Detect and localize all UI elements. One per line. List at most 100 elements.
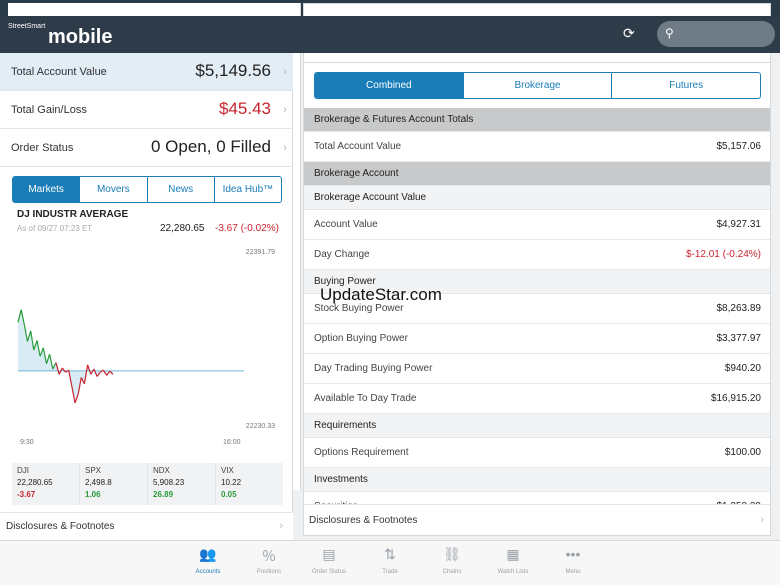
index-cell-change: 26.89 — [153, 490, 174, 499]
row-value: $3,377.97 — [716, 333, 762, 344]
disclosures-link-right[interactable]: Disclosures & Footnotes › — [304, 504, 770, 535]
chart-area-fill — [18, 309, 113, 403]
search-icon: ⚲ — [665, 26, 674, 40]
index-cell-name: DJI — [17, 466, 29, 475]
tab-label: Order Status — [311, 569, 346, 575]
segment-brokerage[interactable]: Brokerage — [464, 73, 613, 98]
trade-icon: ⇅ — [384, 546, 396, 562]
section-header: Requirements — [304, 414, 770, 438]
row-label: Available To Day Trade — [314, 393, 417, 404]
tab-label: Accounts — [195, 569, 221, 575]
chevron-right-icon: › — [283, 140, 287, 154]
chart-y-low-label: 22230.33 — [245, 423, 275, 430]
total-gain-loss-value: $45.43 — [219, 99, 271, 118]
refresh-icon[interactable]: ⟳ — [623, 25, 635, 42]
logo-big-text: mobile — [48, 26, 113, 48]
section-header: Brokerage Account — [304, 162, 770, 186]
disclosures-link-left[interactable]: Disclosures & Footnotes › — [0, 512, 293, 540]
positions-icon: ％ — [262, 548, 276, 564]
row-label: Brokerage Account — [314, 168, 399, 179]
section-header: Brokerage Account Value — [304, 186, 770, 210]
tab-markets[interactable]: Markets — [13, 177, 81, 202]
total-gain-loss-row[interactable]: Total Gain/Loss $45.43 › — [0, 91, 293, 129]
accounts-icon: 👥 — [199, 546, 217, 562]
index-cell-value: 10.22 — [221, 478, 242, 487]
row-value: $100.00 — [724, 447, 761, 458]
tab-accounts[interactable]: 👥 Accounts — [183, 546, 233, 575]
chevron-right-icon: › — [279, 520, 283, 532]
tab-watch-lists[interactable]: ▦ Watch Lists — [488, 546, 538, 575]
index-cell-value: 2,498.8 — [85, 478, 112, 487]
account-detail-row: Options Requirement $100.00 — [304, 438, 770, 468]
index-change: -3.67 (-0.02%) — [215, 223, 279, 234]
index-cell-value: 5,908.23 — [153, 478, 185, 487]
section-header: Brokerage & Futures Account Totals — [304, 108, 770, 132]
index-chart[interactable]: 22391.79 22230.33 9:30 16:00 — [12, 243, 282, 498]
index-cell-change: 1.06 — [85, 490, 101, 499]
watch-lists-icon: ▦ — [506, 546, 520, 562]
index-cell-change: 0.05 — [221, 490, 237, 499]
chart-y-high-label: 22391.79 — [245, 249, 275, 256]
tab-chains[interactable]: ⛓ Chains — [427, 546, 477, 575]
account-detail-row: Available To Day Trade $16,915.20 — [304, 384, 770, 414]
chevron-right-icon: › — [283, 64, 287, 78]
menu-icon: ••• — [565, 546, 581, 562]
disclosures-label: Disclosures & Footnotes — [309, 515, 418, 526]
tab-movers[interactable]: Movers — [80, 177, 148, 202]
segment-combined[interactable]: Combined — [315, 73, 464, 98]
index-name: DJ INDUSTR AVERAGE — [17, 209, 129, 220]
chains-icon: ⛓ — [443, 546, 461, 562]
watermark-text: UpdateStar.com — [320, 285, 442, 304]
index-cell-vix[interactable]: VIX 10.22 0.05 — [216, 463, 283, 505]
tab-label: Chains — [442, 569, 462, 575]
tab-menu[interactable]: ••• Menu — [548, 546, 598, 575]
index-cell-name: VIX — [221, 466, 234, 475]
disclosures-label: Disclosures & Footnotes — [6, 521, 115, 532]
total-account-value: $5,149.56 — [195, 61, 271, 80]
order-status-value: 0 Open, 0 Filled — [150, 137, 271, 156]
total-account-value-row[interactable]: Total Account Value $5,149.56 › — [0, 53, 293, 91]
account-detail-row: Option Buying Power $3,377.97 — [304, 324, 770, 354]
tab-positions[interactable]: ％ Positions — [244, 546, 294, 575]
row-value: $940.20 — [724, 363, 761, 374]
chart-svg — [17, 309, 244, 404]
row-label: Total Account Value — [314, 141, 402, 152]
index-cell-spx[interactable]: SPX 2,498.8 1.06 — [80, 463, 148, 505]
order-status-row[interactable]: Order Status 0 Open, 0 Filled › — [0, 129, 293, 167]
account-detail-row: Total Account Value $5,157.06 — [304, 132, 770, 162]
index-cell-change: -3.67 — [17, 490, 36, 499]
row-label: Option Buying Power — [314, 333, 408, 344]
row-label: Investments — [314, 474, 368, 485]
index-value: 22,280.65 — [160, 223, 205, 234]
index-cell-dji[interactable]: DJI 22,280.65 -3.67 — [12, 463, 80, 505]
search-input[interactable]: ⚲ — [657, 21, 775, 47]
account-detail-row: Day Trading Buying Power $940.20 — [304, 354, 770, 384]
chart-x-end-label: 16:00 — [223, 439, 241, 446]
index-cell-name: NDX — [153, 466, 170, 475]
bottom-tab-bar: 👥 Accounts ％ Positions ▤ Order Status ⇅ Trade ⛓ C… — [0, 540, 780, 585]
app-header: StreetSmart mobile ⟳ ⚲ — [0, 16, 780, 53]
tab-label: Trade — [382, 569, 398, 575]
row-label: Day Trading Buying Power — [314, 363, 433, 374]
row-value: $16,915.20 — [710, 393, 761, 404]
chart-x-start-label: 9:30 — [20, 439, 34, 446]
tab-label: Menu — [565, 569, 581, 575]
tab-news[interactable]: News — [148, 177, 215, 202]
tab-trade[interactable]: ⇅ Trade — [365, 546, 415, 575]
row-value: $8,263.89 — [716, 303, 762, 314]
chevron-right-icon: › — [283, 102, 287, 116]
market-tabs: Markets Movers News Idea Hub™ — [12, 176, 282, 203]
tab-order-status[interactable]: ▤ Order Status — [304, 546, 354, 575]
total-gain-loss-label: Total Gain/Loss — [11, 104, 87, 116]
account-detail-row: Account Value $4,927.31 — [304, 210, 770, 240]
index-cell-ndx[interactable]: NDX 5,908.23 26.89 — [148, 463, 216, 505]
order-status-label: Order Status — [11, 142, 74, 154]
row-value: $4,927.31 — [716, 219, 762, 230]
tab-idea-hub[interactable]: Idea Hub™ — [215, 177, 281, 202]
row-label: Brokerage & Futures Account Totals — [314, 114, 474, 125]
total-account-value-label: Total Account Value — [11, 66, 107, 78]
account-detail-row: Day Change $-12.01 (-0.24%) — [304, 240, 770, 270]
segment-futures[interactable]: Futures — [612, 73, 760, 98]
row-label: Day Change — [314, 249, 370, 260]
row-label: Requirements — [314, 420, 377, 431]
